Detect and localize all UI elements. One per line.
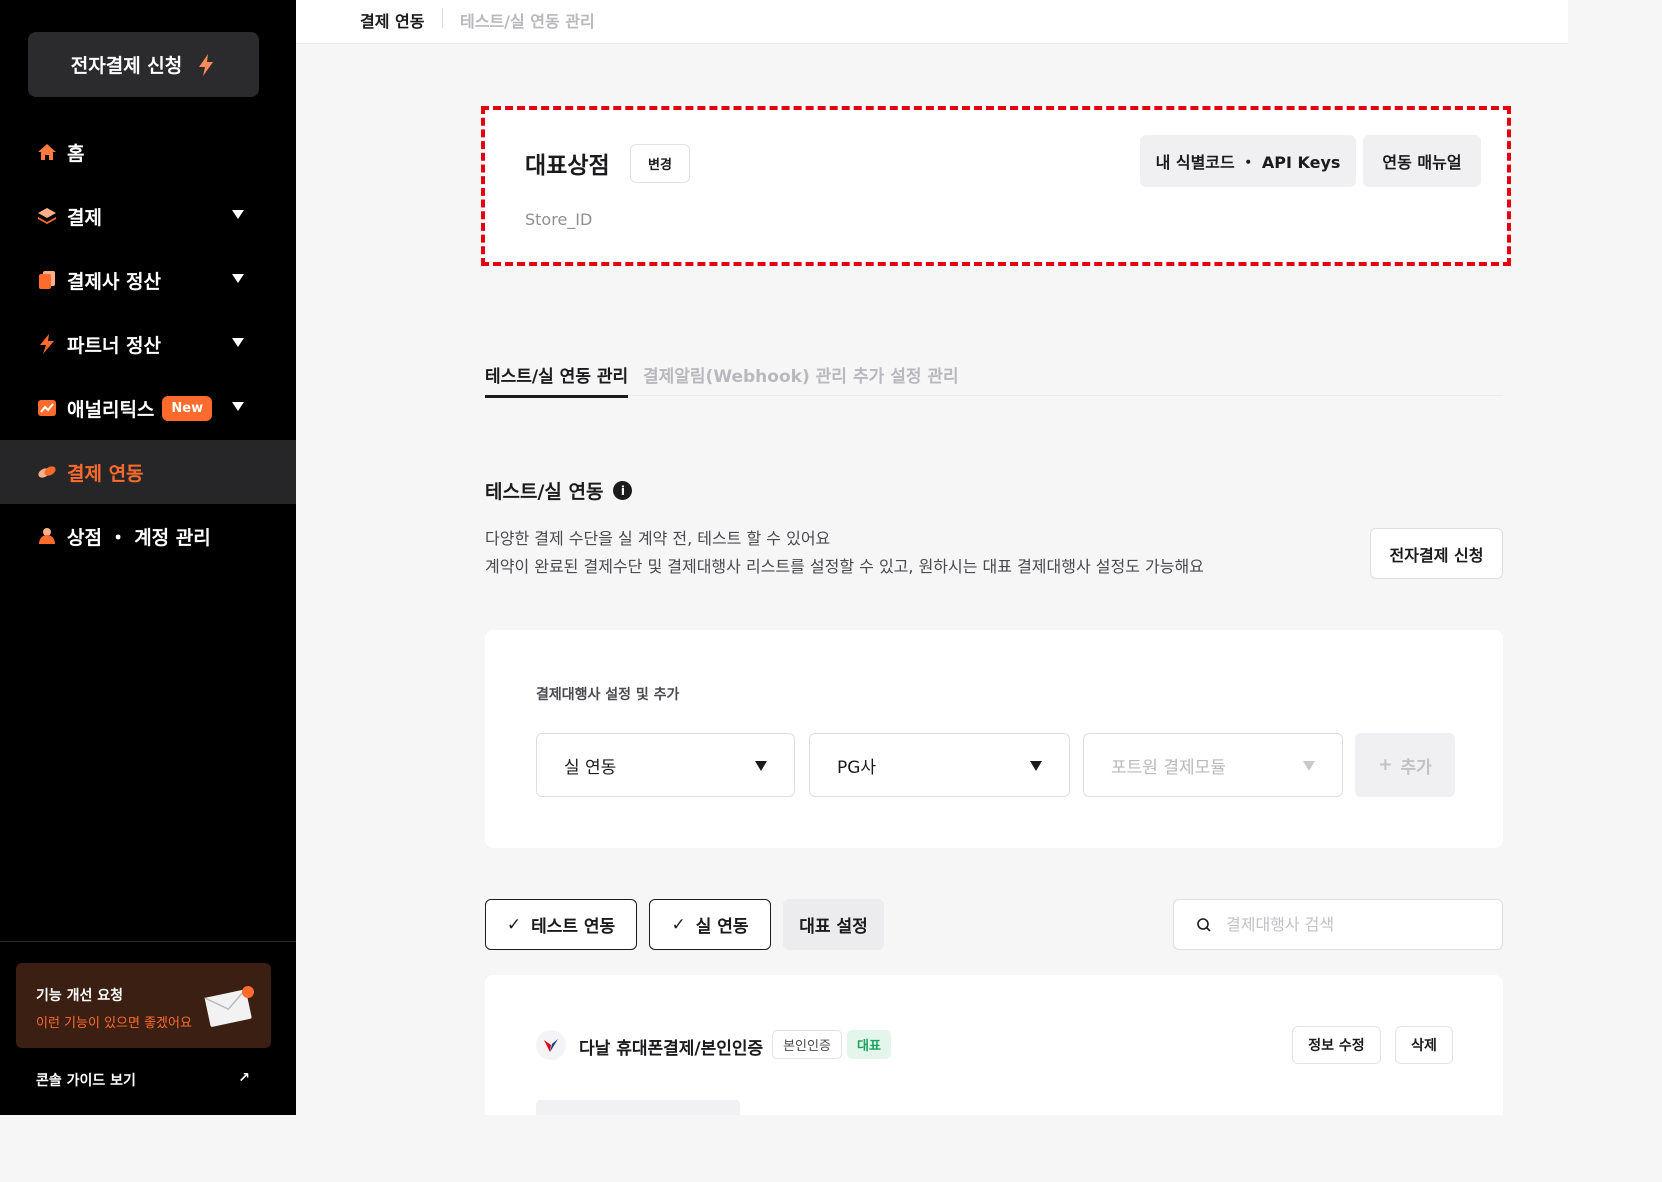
filter-test-chip[interactable]: ✓ 테스트 연동 [485,899,637,950]
info-icon[interactable]: i [613,481,633,500]
bolt-icon [199,53,214,76]
delete-button[interactable]: 삭제 [1395,1026,1453,1064]
pg-setting-card: 결제대행사 설정 및 추가 실 연동 PG사 포트원 결제모듈 + 추가 [485,630,1503,848]
apply-payment-button[interactable]: 전자결제 신청 [28,32,259,97]
section-description-2: 계약이 완료된 결제수단 및 결제대행사 리스트를 설정할 수 있고, 원하시는… [485,557,1204,576]
integration-manual-button[interactable]: 연동 매뉴얼 [1363,135,1481,187]
add-pg-button[interactable]: + 추가 [1355,733,1455,797]
console-guide-label: 콘솔 가이드 보기 [36,1073,136,1089]
mode-select-value: 실 연동 [564,757,617,778]
tab-webhook[interactable]: 결제알림(Webhook) 관리 [643,362,847,387]
primary-setting-button[interactable]: 대표 설정 [783,899,884,950]
section-description-1: 다양한 결제 수단을 실 계약 전, 테스트 할 수 있어요 [485,529,831,548]
sidebar: 전자결제 신청 홈 결제 결제사 정산 파트너 정산 애널리틱스 New 결제 … [0,0,296,1115]
sidebar-nav: 홈 결제 결제사 정산 파트너 정산 애널리틱스 New 결제 연동 상점 ・ … [0,120,296,568]
chevron-down-icon[interactable] [232,338,244,347]
section-title-text: 테스트/실 연동 [485,481,604,503]
tab-test-live[interactable]: 테스트/실 연동 관리 [485,362,629,398]
sidebar-item-label: 홈 [67,142,85,165]
sidebar-item-label: 결제 연동 [67,462,144,485]
filter-live-chip[interactable]: ✓ 실 연동 [649,899,771,950]
api-keys-button[interactable]: 내 식별코드 ・ API Keys [1140,135,1356,187]
pg-name: 다날 휴대폰결제/본인인증 [579,1039,764,1059]
chart-icon [37,398,57,418]
plus-icon: + [1378,755,1393,775]
sidebar-item-label: 결제 [67,206,102,229]
pg-search-input[interactable] [1226,915,1486,934]
feature-request-card[interactable]: 기능 개선 요청 이런 기능이 있으면 좋겠어요 [16,963,271,1048]
danal-logo-icon [536,1030,566,1060]
store-id-label: Store_ID [525,210,593,229]
bolt-icon [37,334,57,354]
sidebar-item-label: 결제사 정산 [67,270,162,293]
breadcrumb: 결제 연동 테스트/실 연동 관리 [296,0,1568,44]
edit-info-button[interactable]: 정보 수정 [1292,1026,1381,1064]
breadcrumb-current[interactable]: 결제 연동 [360,8,424,32]
chevron-down-icon[interactable] [232,210,244,219]
sidebar-item-label: 파트너 정산 [67,334,162,357]
sidebar-item-label: 상점 ・ 계정 관리 [67,526,211,549]
section-title: 테스트/실 연동 i [485,477,633,504]
dropdown-arrow-icon [755,761,767,771]
new-badge: New [162,395,213,421]
check-icon: ✓ [506,914,522,935]
pg-setting-label: 결제대행사 설정 및 추가 [536,687,680,703]
filter-live-label: 실 연동 [695,917,749,937]
envelope-icon [204,986,254,1027]
chevron-down-icon[interactable] [232,274,244,283]
add-pg-label: 추가 [1400,757,1432,778]
apply-payment-label: 전자결제 신청 [70,55,183,77]
module-select-placeholder: 포트원 결제모듈 [1111,757,1226,778]
sidebar-item-store-account[interactable]: 상점 ・ 계정 관리 [0,504,296,568]
sidebar-item-payment-integration[interactable]: 결제 연동 [0,440,296,504]
check-icon: ✓ [671,914,686,935]
pg-type-tag: 본인인증 [772,1030,842,1059]
sidebar-item-partner-settlement[interactable]: 파트너 정산 [0,312,296,376]
sidebar-item-payment[interactable]: 결제 [0,184,296,248]
sidebar-divider [0,941,296,942]
placeholder-block [536,1100,740,1115]
store-name: 대표상점 [525,153,610,179]
pg-select[interactable]: PG사 [809,733,1070,797]
pg-search-box [1173,899,1503,950]
search-icon [1197,917,1211,932]
dropdown-arrow-icon [1030,761,1042,771]
dropdown-arrow-icon [1303,761,1315,771]
sidebar-item-label: 애널리틱스 [67,398,155,421]
sidebar-item-pg-settlement[interactable]: 결제사 정산 [0,248,296,312]
tab-bar: 테스트/실 연동 관리 결제알림(Webhook) 관리 추가 설정 관리 [485,360,1503,398]
change-store-button[interactable]: 변경 [630,144,690,183]
arrow-up-right-icon: ↗ [238,1070,250,1086]
pg-list: 다날 휴대폰결제/본인인증 본인인증 대표 정보 수정 삭제 [485,975,1503,1115]
sidebar-item-analytics[interactable]: 애널리틱스 New [0,376,296,440]
chevron-down-icon[interactable] [232,402,244,411]
store-icon [37,526,57,546]
documents-icon [37,270,57,290]
layers-icon [37,206,57,226]
home-icon [37,142,57,162]
primary-tag: 대표 [847,1030,891,1059]
tab-additional-settings[interactable]: 추가 설정 관리 [853,362,959,387]
breadcrumb-sub[interactable]: 테스트/실 연동 관리 [460,8,595,32]
module-select[interactable]: 포트원 결제모듈 [1083,733,1343,797]
pg-select-value: PG사 [837,757,877,778]
link-icon [37,462,57,482]
mode-select[interactable]: 실 연동 [536,733,795,797]
apply-payment-section-button[interactable]: 전자결제 신청 [1370,528,1503,579]
filter-test-label: 테스트 연동 [531,917,616,937]
sidebar-item-home[interactable]: 홈 [0,120,296,184]
console-guide-link[interactable]: 콘솔 가이드 보기 ↗ [36,1070,250,1090]
store-card: 대표상점 변경 Store_ID 내 식별코드 ・ API Keys 연동 매뉴… [481,106,1511,266]
breadcrumb-divider [442,8,443,28]
